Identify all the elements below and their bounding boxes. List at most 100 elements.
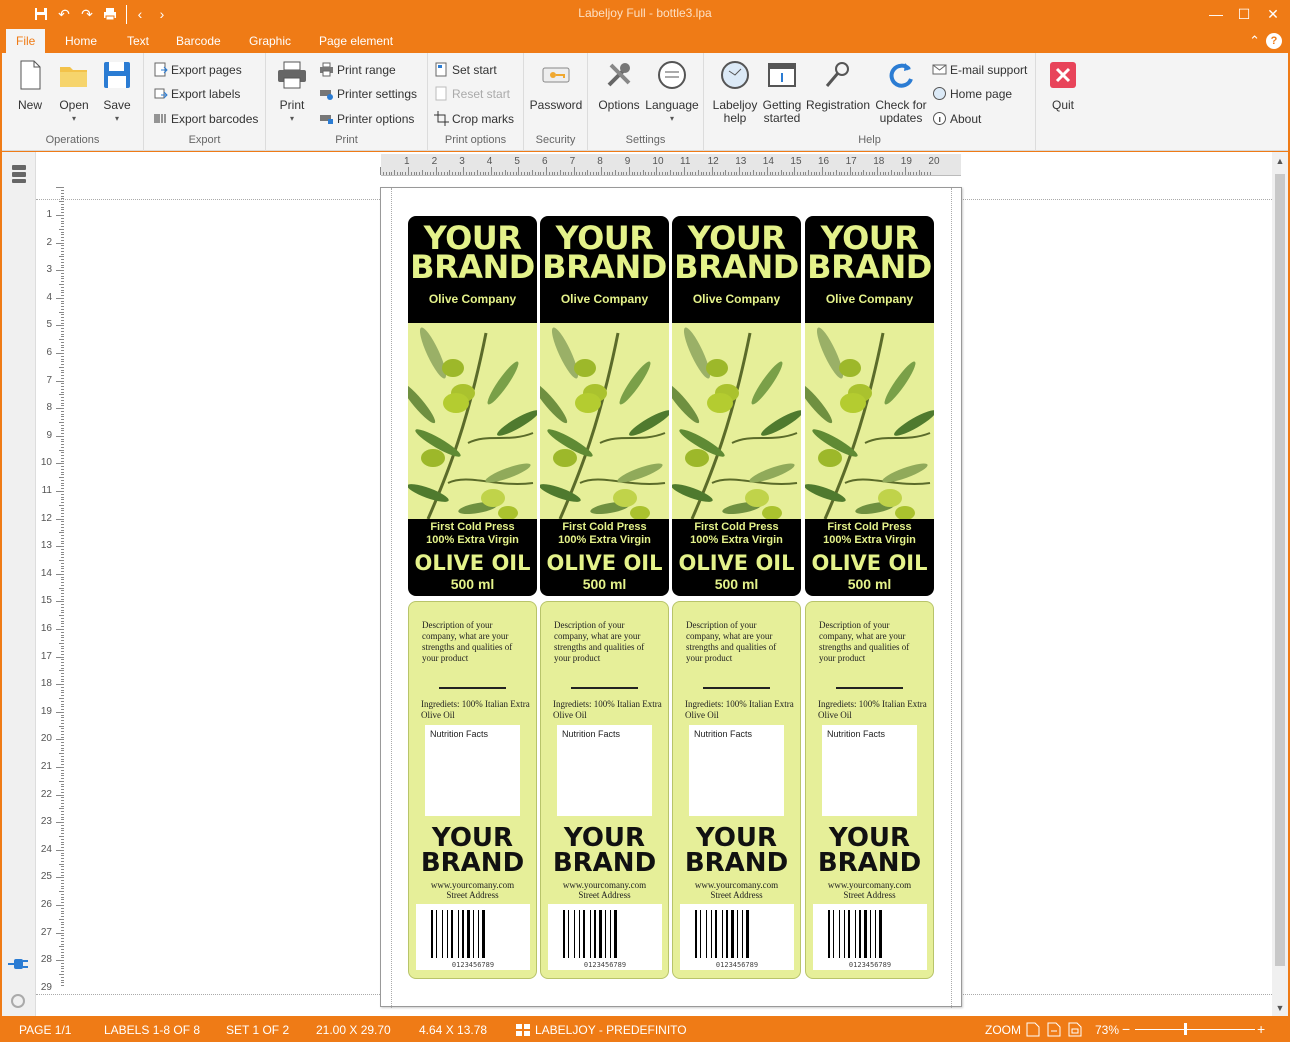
layers-icon[interactable] xyxy=(10,164,28,184)
ruler-tick xyxy=(598,172,600,175)
divider xyxy=(439,687,506,689)
tab-barcode[interactable]: Barcode xyxy=(166,29,231,53)
label-front[interactable]: YOUR BRAND Olive Company First Cold Press… xyxy=(408,216,537,596)
ruler-tick xyxy=(61,896,64,898)
tab-text[interactable]: Text xyxy=(117,29,159,53)
zoom-out-button[interactable]: − xyxy=(1122,1021,1130,1037)
sync-icon[interactable] xyxy=(9,992,27,1010)
ruler-tick xyxy=(924,172,926,175)
printer-settings-label: Printer settings xyxy=(337,87,418,101)
ruler-tick xyxy=(61,576,64,578)
barcode-number: 0123456789 xyxy=(583,961,627,969)
set-start-button[interactable]: Set start xyxy=(434,61,497,79)
scrollbar-thumb[interactable] xyxy=(1275,174,1285,966)
about-button[interactable]: About xyxy=(932,110,981,128)
save-button[interactable]: Save ▾ xyxy=(99,59,135,125)
ruler-number: 2 xyxy=(46,236,52,248)
status-set[interactable]: SET 1 OF 2 xyxy=(226,1023,289,1037)
close-icon[interactable]: ✕ xyxy=(1259,3,1287,25)
labeljoy-help-label-1: Labeljoy xyxy=(712,98,758,112)
print-button[interactable]: Print ▾ xyxy=(274,59,310,125)
ruler-tick xyxy=(678,172,680,175)
ruler-tick xyxy=(59,284,64,285)
chevron-down-icon: ▾ xyxy=(669,114,674,123)
ruler-tick xyxy=(61,813,64,815)
printer-options-button[interactable]: Printer options xyxy=(319,110,414,128)
olive-illustration xyxy=(672,323,801,520)
printer-settings-button[interactable]: Printer settings xyxy=(319,85,417,103)
ruler-number: 10 xyxy=(652,156,664,167)
ruler-tick xyxy=(465,172,467,175)
reset-start-button[interactable]: Reset start xyxy=(434,85,510,103)
status-layout[interactable]: LABELJOY - PREDEFINITO xyxy=(535,1023,687,1037)
label-front[interactable]: YOUR BRAND Olive Company First Cold Press… xyxy=(672,216,801,596)
product-name: OLIVE OIL xyxy=(546,551,663,575)
ruler-tick xyxy=(615,170,616,175)
ruler-tick xyxy=(61,239,64,241)
zoom-slider-knob[interactable] xyxy=(1184,1023,1187,1035)
labeljoy-help-button[interactable]: Labeljoy help xyxy=(710,59,760,125)
zoom-fit-icon[interactable] xyxy=(1068,1022,1082,1037)
zoom-width-icon[interactable] xyxy=(1047,1022,1061,1037)
ruler-tick xyxy=(56,684,64,686)
help-icon[interactable]: ? xyxy=(1266,33,1282,49)
collapse-ribbon-icon[interactable]: ⌃ xyxy=(1249,33,1260,49)
open-button[interactable]: Open ▾ xyxy=(54,59,94,125)
scroll-down-icon[interactable]: ▼ xyxy=(1272,1003,1288,1013)
page[interactable]: YOUR BRAND Olive Company First Cold Press… xyxy=(380,187,962,1008)
tab-page-element[interactable]: Page element xyxy=(309,29,403,53)
export-barcodes-button[interactable]: Export barcodes xyxy=(153,110,258,128)
minimize-icon[interactable]: — xyxy=(1202,3,1230,25)
registration-button[interactable]: Registration xyxy=(804,59,872,112)
getting-started-button[interactable]: Getting started xyxy=(760,59,804,125)
check-updates-button[interactable]: Check for updates xyxy=(872,59,930,125)
ruler-tick xyxy=(61,358,64,360)
label-back[interactable]: Description of your company, what are yo… xyxy=(672,601,801,979)
maximize-icon[interactable]: ☐ xyxy=(1230,3,1258,25)
ruler-tick xyxy=(471,172,473,175)
ruler-tick xyxy=(61,664,64,666)
export-barcodes-label: Export barcodes xyxy=(171,112,259,126)
label-front[interactable]: YOUR BRAND Olive Company First Cold Press… xyxy=(540,216,669,596)
print-range-icon xyxy=(320,62,333,77)
email-support-button[interactable]: E-mail support xyxy=(932,61,1027,79)
ruler-tick xyxy=(61,336,64,338)
ruler-tick xyxy=(61,692,64,694)
tab-file[interactable]: File xyxy=(6,29,46,53)
set-start-icon xyxy=(435,62,447,77)
plug-icon[interactable] xyxy=(8,956,30,972)
options-button[interactable]: Options xyxy=(596,59,642,112)
ruler-number: 5 xyxy=(514,156,520,167)
zoom-slider[interactable] xyxy=(1135,1029,1255,1030)
ruler-tick xyxy=(61,319,64,321)
password-button[interactable]: Password xyxy=(528,59,584,112)
zoom-page-icon[interactable] xyxy=(1026,1022,1040,1037)
vertical-scrollbar[interactable]: ▲ ▼ xyxy=(1272,152,1288,1016)
canvas-area[interactable]: 1 2 3 4 5 6 7 8 9 10 11 12 13 14 15 16 17 18 19 20 12345678… xyxy=(36,152,1272,1016)
zoom-in-button[interactable]: + xyxy=(1257,1021,1265,1037)
registration-label: Registration xyxy=(805,98,871,112)
tab-home[interactable]: Home xyxy=(55,29,107,53)
label-front[interactable]: YOUR BRAND Olive Company First Cold Press… xyxy=(805,216,934,596)
info-icon xyxy=(933,112,946,125)
ruler-tick xyxy=(56,739,64,741)
scroll-up-icon[interactable]: ▲ xyxy=(1272,156,1288,166)
label-back[interactable]: Description of your company, what are yo… xyxy=(540,601,669,979)
quit-button[interactable]: Quit xyxy=(1042,59,1084,112)
export-labels-button[interactable]: Export labels xyxy=(153,85,240,103)
tab-graphic[interactable]: Graphic xyxy=(239,29,301,53)
ruler-tick xyxy=(61,598,64,600)
ruler-tick xyxy=(681,172,683,175)
label-back[interactable]: Description of your company, what are yo… xyxy=(805,601,934,979)
ruler-tick xyxy=(61,805,64,807)
ruler-tick xyxy=(61,416,64,418)
print-range-button[interactable]: Print range xyxy=(319,61,396,79)
export-pages-button[interactable]: Export pages xyxy=(153,61,242,79)
crop-marks-button[interactable]: Crop marks xyxy=(434,110,514,128)
new-button[interactable]: New xyxy=(12,59,48,112)
home-page-button[interactable]: Home page xyxy=(932,85,1012,103)
ruler-tick xyxy=(61,513,64,515)
ruler-number: 19 xyxy=(40,705,52,717)
label-back[interactable]: Description of your company, what are yo… xyxy=(408,601,537,979)
language-button[interactable]: Language ▾ xyxy=(644,59,700,125)
